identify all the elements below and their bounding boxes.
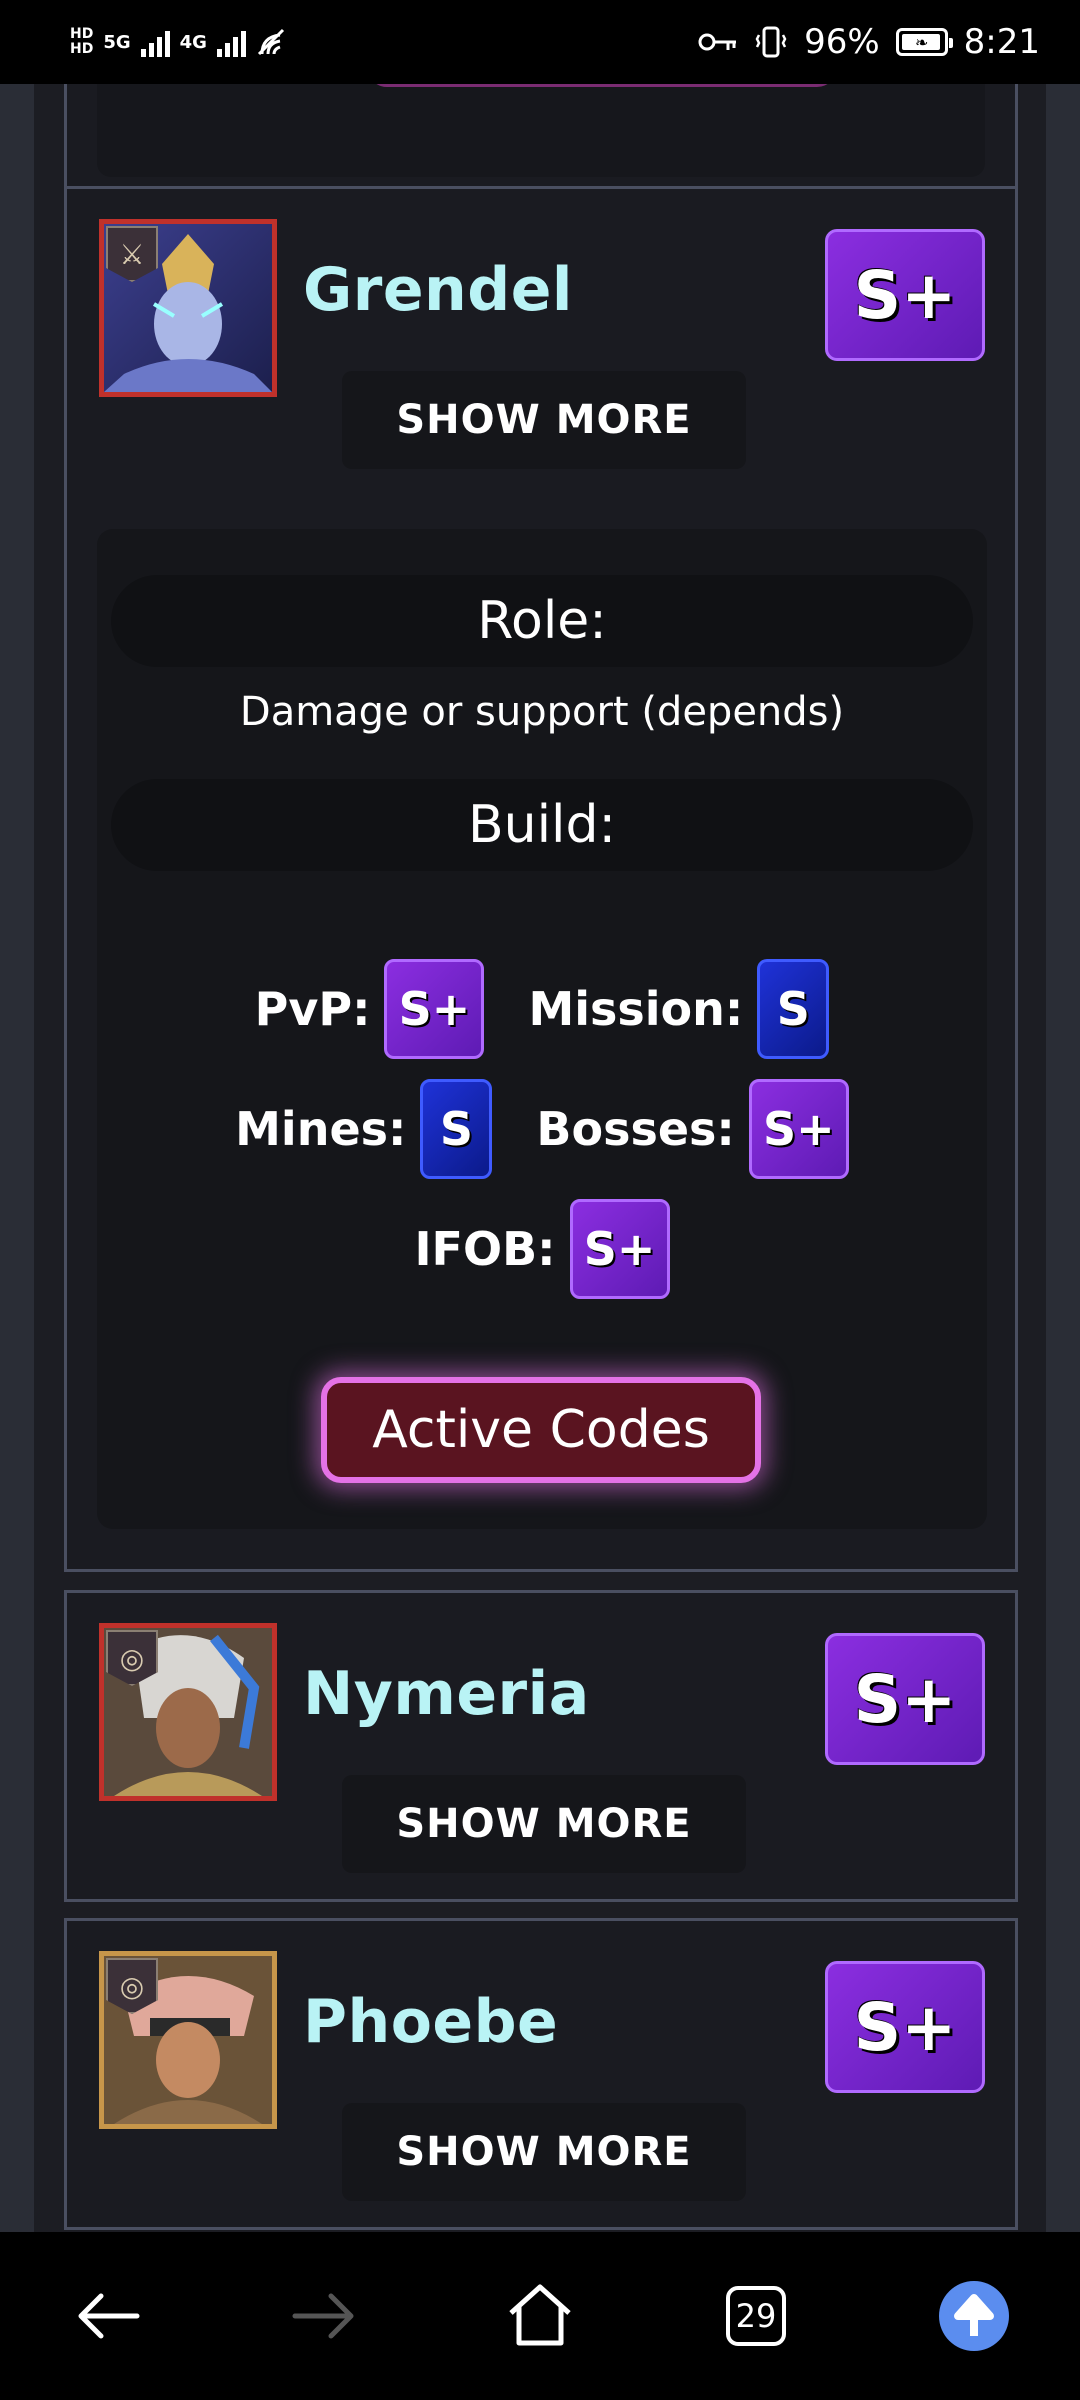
status-left: HD HD 5G 4G [70, 27, 286, 57]
rating-tier-badge: S [420, 1079, 493, 1179]
scroll-up-icon [939, 2281, 1009, 2351]
rating-tier-badge: S [757, 959, 830, 1059]
hero-card-nymeria: ◎ Nymeria S+ SHOW MORE [64, 1590, 1018, 1902]
ratings-row: IFOB: S+ [97, 1199, 987, 1299]
show-more-button[interactable]: SHOW MORE [342, 371, 746, 469]
signal-icon [140, 27, 170, 57]
hero-card-grendel: ⚔ Grendel S+ SHOW MORE Role: Damage or s… [64, 186, 1018, 1572]
show-more-button[interactable]: SHOW MORE [342, 1775, 746, 1873]
hd-label: HD [70, 26, 94, 42]
back-button[interactable] [68, 2276, 148, 2356]
rating-tier-badge: S+ [384, 959, 485, 1059]
build-heading: Build: [111, 779, 973, 871]
network-4g-label: 4G [179, 31, 207, 53]
rating-mission: Mission: S [528, 959, 830, 1059]
home-button[interactable] [500, 2276, 580, 2356]
previous-active-codes-button[interactable] [367, 84, 837, 87]
hero-portrait-grendel: ⚔ [99, 219, 277, 397]
rating-label: Mines: [235, 1102, 407, 1156]
ratings-row: Mines: S Bosses: S+ [97, 1079, 987, 1179]
tier-badge: S+ [825, 1633, 985, 1765]
signal-icon [216, 27, 246, 57]
rating-bosses: Bosses: S+ [536, 1079, 849, 1179]
status-right: 96% ❧ 8:21 [698, 22, 1040, 62]
rating-label: PvP: [254, 982, 371, 1036]
home-icon [509, 2284, 571, 2346]
scroll-up-button[interactable] [934, 2276, 1014, 2356]
hero-portrait-nymeria: ◎ [99, 1623, 277, 1801]
content-column: ⚔ Grendel S+ SHOW MORE Role: Damage or s… [34, 84, 1046, 2232]
rating-label: Bosses: [536, 1102, 735, 1156]
rating-tier-badge: S+ [569, 1199, 670, 1299]
forward-button[interactable] [284, 2276, 364, 2356]
vibrate-icon [755, 26, 787, 58]
battery-percent: 96% [804, 22, 880, 62]
hd-indicator: HD HD [70, 27, 93, 57]
web-page[interactable]: ⚔ Grendel S+ SHOW MORE Role: Damage or s… [0, 84, 1080, 2232]
show-more-button[interactable]: SHOW MORE [342, 2103, 746, 2201]
role-heading: Role: [111, 575, 973, 667]
hd-label: HD [70, 41, 94, 57]
hero-name: Phoebe [303, 1987, 559, 2057]
clock: 8:21 [963, 22, 1040, 62]
key-icon [698, 33, 737, 51]
rating-tier-badge: S+ [748, 1079, 849, 1179]
hero-details-panel: Role: Damage or support (depends) Build:… [97, 529, 987, 1529]
hero-name: Grendel [303, 255, 573, 325]
rating-label: Mission: [528, 982, 744, 1036]
wifi-off-icon [257, 28, 285, 56]
tier-badge: S+ [825, 229, 985, 361]
status-bar: HD HD 5G 4G 96% ❧ 8:21 [0, 0, 1080, 84]
rating-mines: Mines: S [235, 1079, 493, 1179]
network-5g-label: 5G [103, 31, 131, 53]
active-codes-button[interactable]: Active Codes [321, 1377, 761, 1483]
forward-arrow-icon [292, 2293, 354, 2339]
browser-nav-bar: 29 [0, 2232, 1080, 2400]
previous-details-panel [97, 84, 985, 177]
tier-badge: S+ [825, 1961, 985, 2093]
hero-card-phoebe: ◎ Phoebe S+ SHOW MORE [64, 1918, 1018, 2230]
role-description: Damage or support (depends) [239, 689, 845, 735]
ratings-row: PvP: S+ Mission: S [97, 959, 987, 1059]
rating-label: IFOB: [414, 1222, 556, 1276]
back-arrow-icon [78, 2293, 140, 2339]
hero-portrait-phoebe: ◎ [99, 1951, 277, 2129]
battery-saver-icon: ❧ [895, 28, 953, 56]
rating-pvp: PvP: S+ [255, 959, 485, 1059]
tab-count: 29 [735, 2297, 777, 2335]
hero-name: Nymeria [303, 1659, 590, 1729]
rating-ifob: IFOB: S+ [414, 1199, 670, 1299]
tabs-button[interactable]: 29 [716, 2276, 796, 2356]
